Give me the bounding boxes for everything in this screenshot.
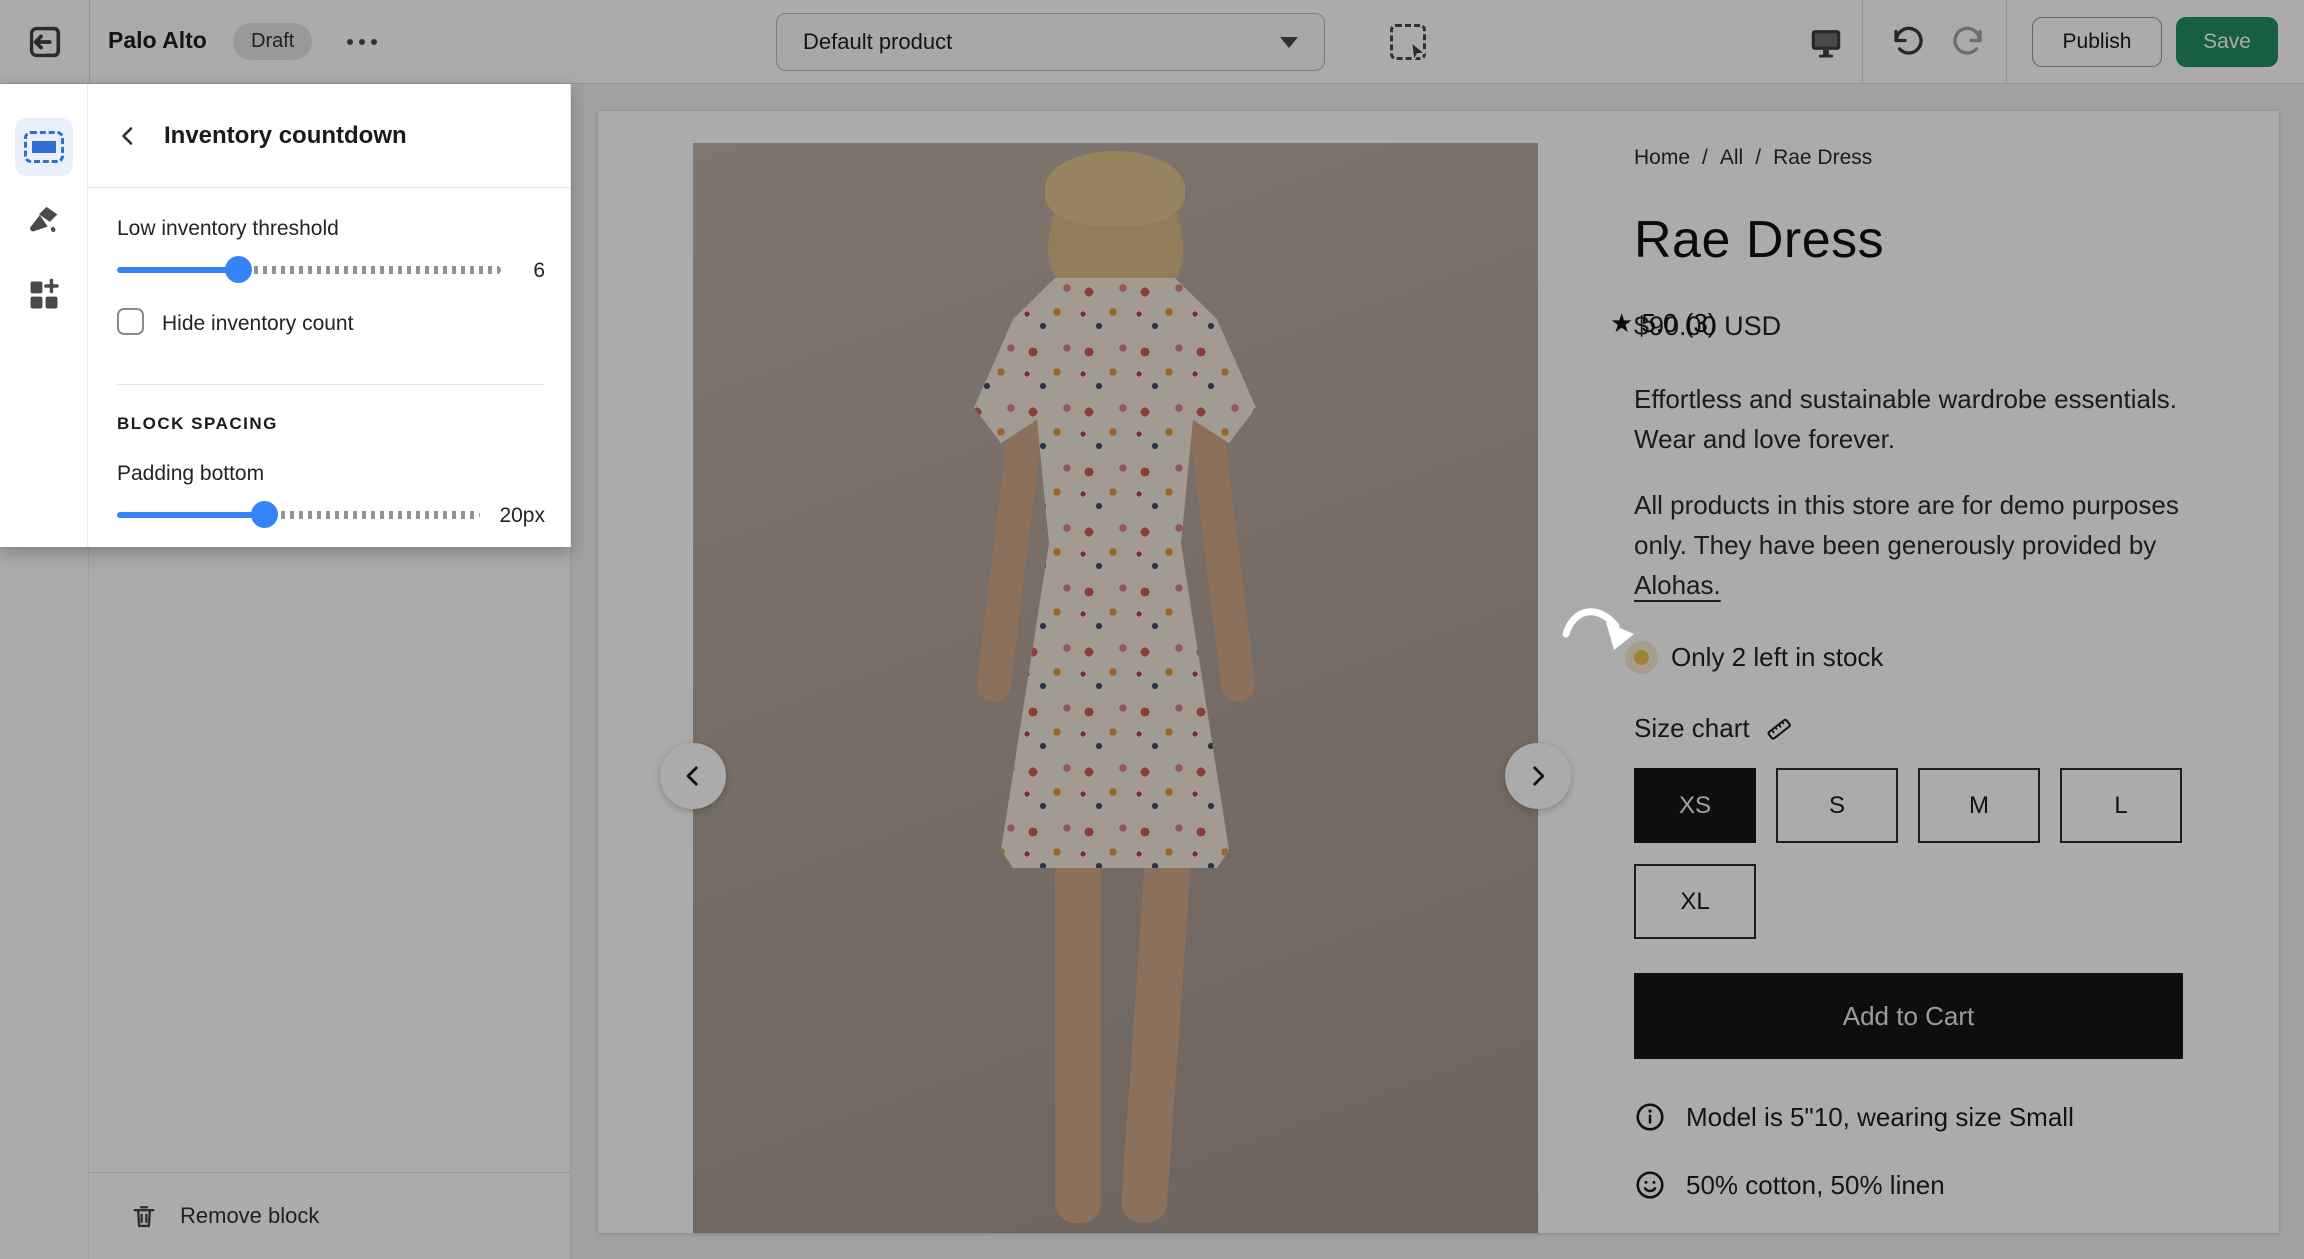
block-settings-card: Inventory countdown Low inventory thresh… <box>0 84 571 547</box>
slider-thumb[interactable] <box>225 256 252 283</box>
slider-thumb[interactable] <box>251 501 278 528</box>
slider-track <box>272 511 480 519</box>
threshold-label: Low inventory threshold <box>117 217 339 241</box>
block-title: Inventory countdown <box>164 122 407 150</box>
nav-theme-settings-button[interactable] <box>15 192 73 250</box>
padding-bottom-slider[interactable] <box>117 501 480 527</box>
low-inventory-threshold-slider[interactable] <box>117 256 501 282</box>
theme-editor: Palo Alto Draft Default product <box>0 0 2304 1259</box>
threshold-value: 6 <box>465 259 545 283</box>
padding-bottom-value: 20px <box>465 504 545 528</box>
slider-fill <box>117 267 238 273</box>
hide-inventory-checkbox[interactable] <box>117 308 144 335</box>
apps-icon <box>25 276 63 314</box>
block-spacing-header: BLOCK SPACING <box>117 414 278 434</box>
hide-inventory-label: Hide inventory count <box>162 312 353 336</box>
back-button[interactable] <box>108 116 148 156</box>
padding-bottom-label: Padding bottom <box>117 462 264 486</box>
paint-brush-icon <box>24 201 64 241</box>
nav-sections-button[interactable] <box>15 118 73 176</box>
editor-nav-rail <box>0 84 88 547</box>
sections-icon <box>24 131 64 163</box>
slider-fill <box>117 512 265 518</box>
settings-header: Inventory countdown <box>88 84 570 188</box>
chevron-left-icon <box>116 124 140 148</box>
slider-track <box>245 266 501 274</box>
nav-apps-button[interactable] <box>15 266 73 324</box>
section-divider <box>117 384 545 385</box>
